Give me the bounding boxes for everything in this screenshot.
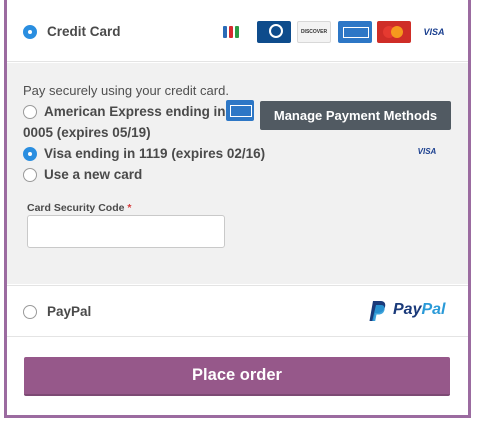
csc-label-text: Card Security Code [27,202,125,214]
amex-icon [338,21,372,43]
paypal-radio[interactable] [23,305,37,319]
new-card-label[interactable]: Use a new card [44,167,142,182]
mastercard-icon [377,21,411,43]
place-order-button[interactable]: Place order [24,357,450,396]
visa-icon: VISA [417,147,437,156]
paypal-label: PayPal [47,304,92,319]
saved-card-visa-radio[interactable] [23,147,37,161]
jcb-icon [217,21,245,43]
saved-card-amex-label-line1[interactable]: American Express ending in [44,104,226,119]
discover-icon: DISCOVER [297,21,331,43]
paypal-wordmark: PayPal [393,301,446,318]
card-security-code-input[interactable] [27,215,225,248]
credit-card-panel: Pay securely using your credit card. Ame… [7,63,468,284]
amex-icon [226,100,254,121]
credit-card-label: Credit Card [47,24,121,39]
manage-payment-methods-button[interactable]: Manage Payment Methods [260,101,451,130]
visa-icon: VISA [417,21,451,43]
required-mark: * [127,202,132,214]
payment-method-paypal[interactable]: PayPal PayPal [7,285,468,337]
payment-method-credit-card[interactable]: Credit Card DISCOVER VISA [7,0,468,62]
diners-club-icon [257,21,291,43]
saved-card-visa-label[interactable]: Visa ending in 1119 (expires 02/16) [44,146,265,161]
paypal-mark-icon [369,301,386,321]
panel-description: Pay securely using your credit card. [23,83,229,98]
saved-card-amex-label-line2[interactable]: 0005 (expires 05/19) [23,125,151,140]
saved-card-amex-radio[interactable] [23,105,37,119]
credit-card-radio[interactable] [23,25,37,39]
csc-label: Card Security Code * [27,202,131,214]
new-card-radio[interactable] [23,168,37,182]
